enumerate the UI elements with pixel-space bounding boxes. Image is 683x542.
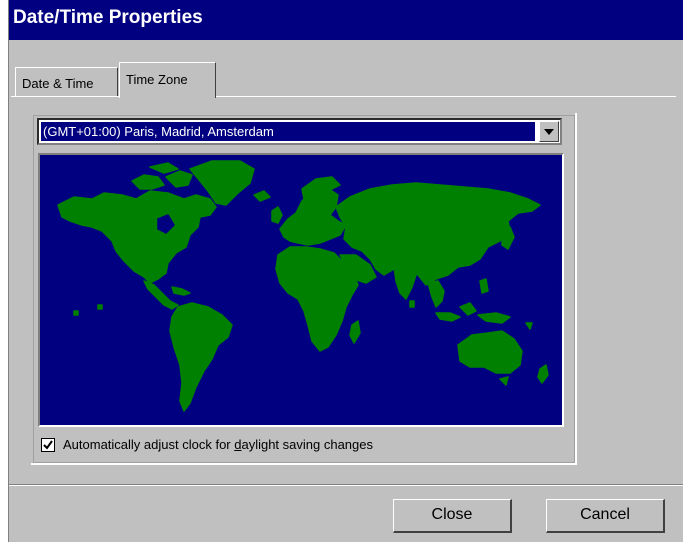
tab-label: Date & Time <box>22 76 94 91</box>
world-map-image <box>40 155 562 425</box>
time-zone-selected-value: (GMT+01:00) Paris, Madrid, Amsterdam <box>41 122 535 141</box>
chevron-down-icon <box>544 129 554 135</box>
tab-time-zone[interactable]: Time Zone <box>119 62 216 98</box>
title-bar: Date/Time Properties <box>9 0 683 40</box>
time-zone-dropdown[interactable]: (GMT+01:00) Paris, Madrid, Amsterdam <box>37 118 562 145</box>
dropdown-arrow-button[interactable] <box>539 121 559 142</box>
window-title: Date/Time Properties <box>13 7 203 28</box>
daylight-saving-label[interactable]: Automatically adjust clock for daylight … <box>63 437 373 452</box>
tab-strip: Date & Time Time Zone <box>15 62 675 98</box>
label-text-start: Automatically adjust clock for <box>63 437 235 452</box>
date-time-properties-dialog: Date/Time Properties Date & Time Time Zo… <box>8 0 683 542</box>
footer-separator <box>9 484 683 486</box>
close-button[interactable]: Close <box>393 499 512 533</box>
daylight-saving-checkbox[interactable] <box>41 438 55 452</box>
world-map[interactable] <box>38 153 564 427</box>
tab-date-and-time[interactable]: Date & Time <box>15 67 118 97</box>
daylight-saving-option[interactable]: Automatically adjust clock for daylight … <box>41 437 521 455</box>
tab-label: Time Zone <box>126 72 188 87</box>
cancel-button[interactable]: Cancel <box>546 499 665 533</box>
checkmark-icon <box>43 440 53 450</box>
label-text-end: aylight saving changes <box>241 437 373 452</box>
